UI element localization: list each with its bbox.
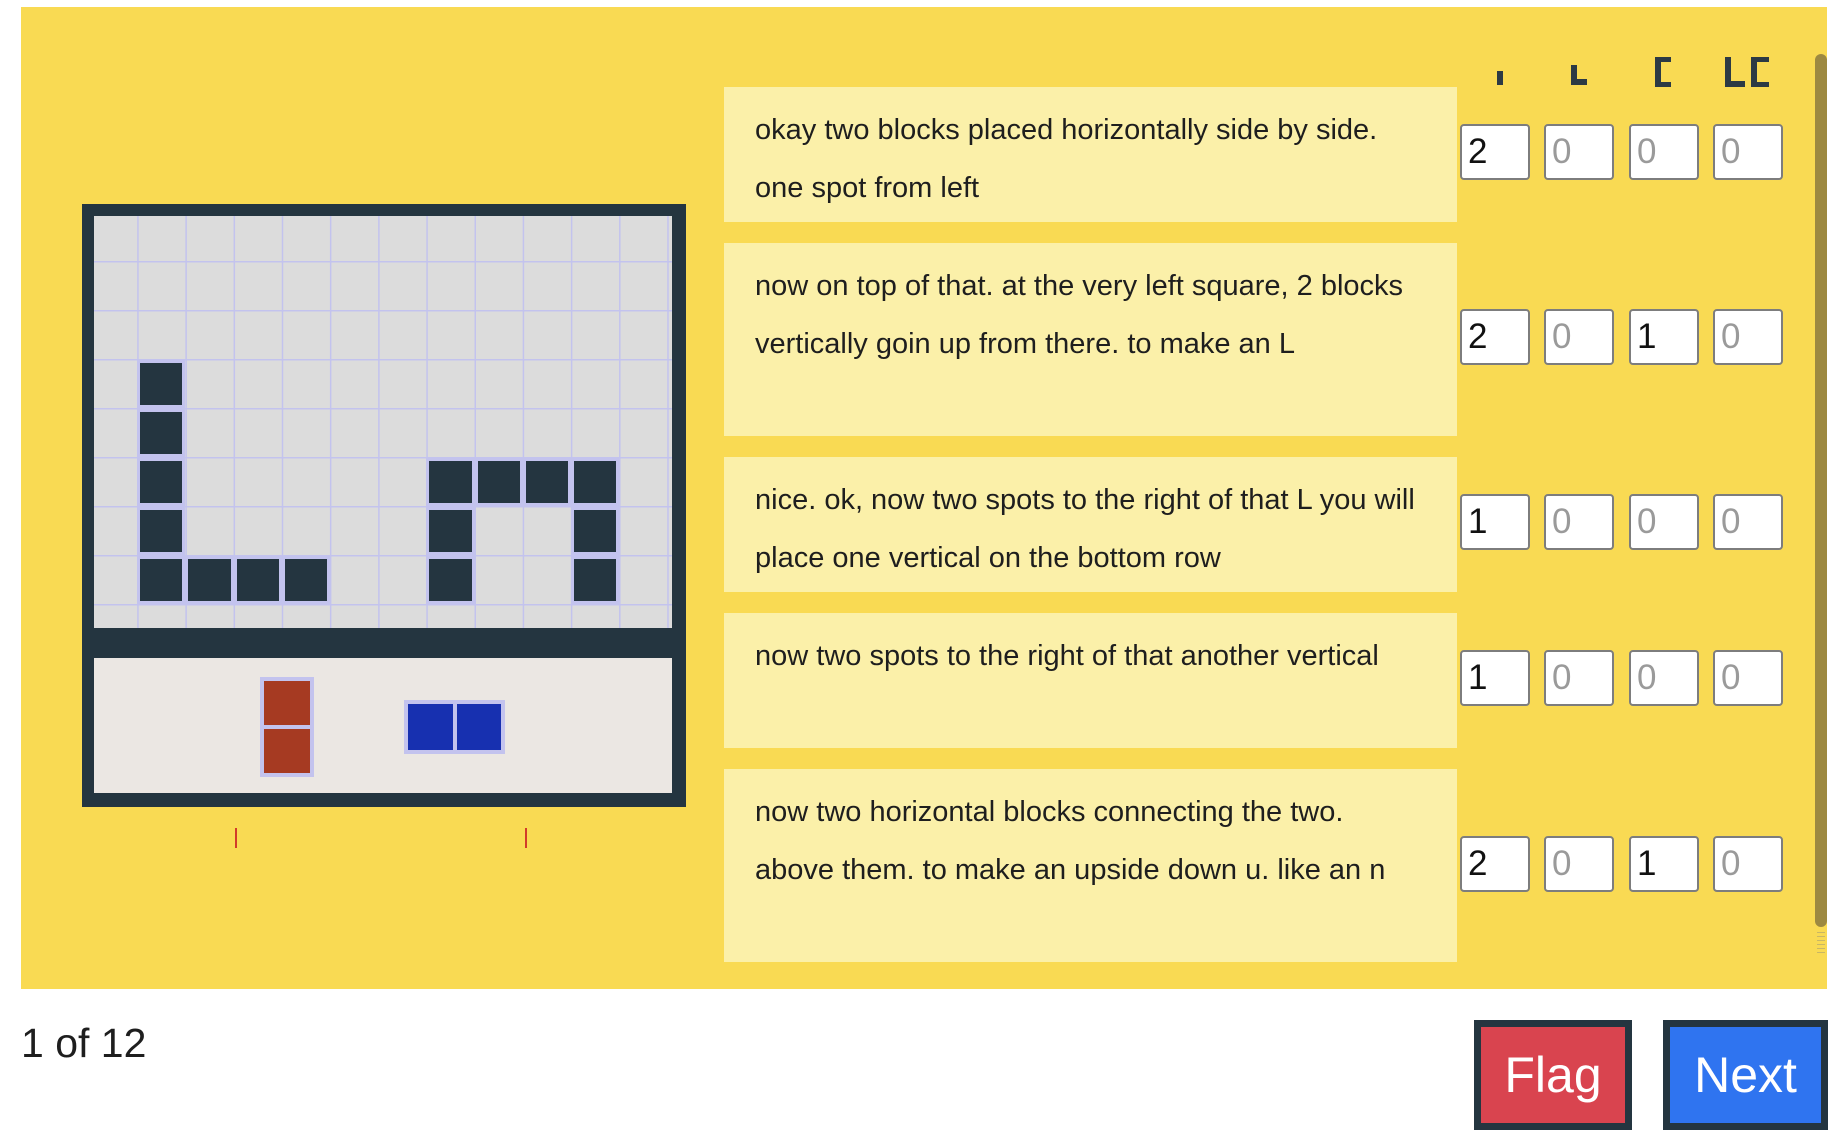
count-input[interactable]: 0 xyxy=(1629,494,1699,550)
scrollbar[interactable] xyxy=(1815,54,1827,927)
instruction-row: now two horizontal blocks connecting the… xyxy=(724,769,1457,962)
block xyxy=(264,681,310,725)
placed-block xyxy=(571,458,620,506)
drop-marker xyxy=(525,828,527,848)
block xyxy=(456,704,501,750)
count-input[interactable]: 1 xyxy=(1629,309,1699,365)
placed-block xyxy=(522,458,571,506)
horizontal-piece[interactable] xyxy=(404,700,505,754)
bracket-icon xyxy=(1652,53,1676,103)
vertical-piece[interactable] xyxy=(260,677,314,777)
count-input[interactable]: 0 xyxy=(1713,124,1783,180)
count-input[interactable]: 0 xyxy=(1713,836,1783,892)
drop-marker xyxy=(235,828,237,848)
count-input[interactable]: 1 xyxy=(1460,650,1530,706)
placed-block xyxy=(571,507,620,555)
block xyxy=(264,729,310,773)
placed-block xyxy=(426,507,475,555)
single-block-icon xyxy=(1493,53,1507,103)
instruction-row: now on top of that. at the very left squ… xyxy=(724,243,1457,436)
placed-block xyxy=(137,556,186,604)
flag-button[interactable]: Flag xyxy=(1474,1020,1632,1130)
instruction-text: now on top of that. at the very left squ… xyxy=(755,270,1404,360)
count-input[interactable]: 0 xyxy=(1713,650,1783,706)
progress-counter: 1 of 12 xyxy=(21,1020,147,1066)
placed-block xyxy=(281,556,330,604)
instruction-row: okay two blocks placed horizontally side… xyxy=(724,87,1457,222)
count-input[interactable]: 0 xyxy=(1544,650,1614,706)
count-input[interactable]: 0 xyxy=(1629,650,1699,706)
placed-block xyxy=(137,458,186,506)
instruction-row: now two spots to the right of that anoth… xyxy=(724,613,1457,748)
placed-block xyxy=(185,556,234,604)
placed-block xyxy=(571,556,620,604)
build-grid[interactable] xyxy=(94,216,672,628)
count-input[interactable]: 2 xyxy=(1460,124,1530,180)
placed-block xyxy=(426,458,475,506)
placed-block xyxy=(426,556,475,604)
block-board xyxy=(82,204,686,848)
count-input[interactable]: 2 xyxy=(1460,836,1530,892)
count-input[interactable]: 0 xyxy=(1629,124,1699,180)
count-input[interactable]: 0 xyxy=(1544,309,1614,365)
instruction-text: nice. ok, now two spots to the right of … xyxy=(755,484,1415,574)
piece-tray xyxy=(94,658,672,793)
placed-block xyxy=(137,360,186,408)
scrollbar-grip[interactable] xyxy=(1817,932,1825,954)
l-shape-icon xyxy=(1567,53,1591,103)
count-input[interactable]: 0 xyxy=(1544,124,1614,180)
count-input[interactable]: 2 xyxy=(1460,309,1530,365)
count-input[interactable]: 1 xyxy=(1629,836,1699,892)
placed-block xyxy=(474,458,523,506)
next-button[interactable]: Next xyxy=(1663,1020,1828,1130)
placed-block xyxy=(233,556,282,604)
placed-block xyxy=(137,507,186,555)
l-bracket-icon xyxy=(1721,53,1775,103)
count-input[interactable]: 0 xyxy=(1544,494,1614,550)
count-input[interactable]: 1 xyxy=(1460,494,1530,550)
task-panel: okay two blocks placed horizontally side… xyxy=(21,7,1827,989)
instruction-text: now two spots to the right of that anoth… xyxy=(755,640,1379,672)
placed-block xyxy=(137,409,186,457)
instruction-text: now two horizontal blocks connecting the… xyxy=(755,796,1386,886)
count-input[interactable]: 0 xyxy=(1713,309,1783,365)
block xyxy=(408,704,453,750)
count-input[interactable]: 0 xyxy=(1544,836,1614,892)
count-input[interactable]: 0 xyxy=(1713,494,1783,550)
instruction-row: nice. ok, now two spots to the right of … xyxy=(724,457,1457,592)
instruction-text: okay two blocks placed horizontally side… xyxy=(755,114,1378,204)
